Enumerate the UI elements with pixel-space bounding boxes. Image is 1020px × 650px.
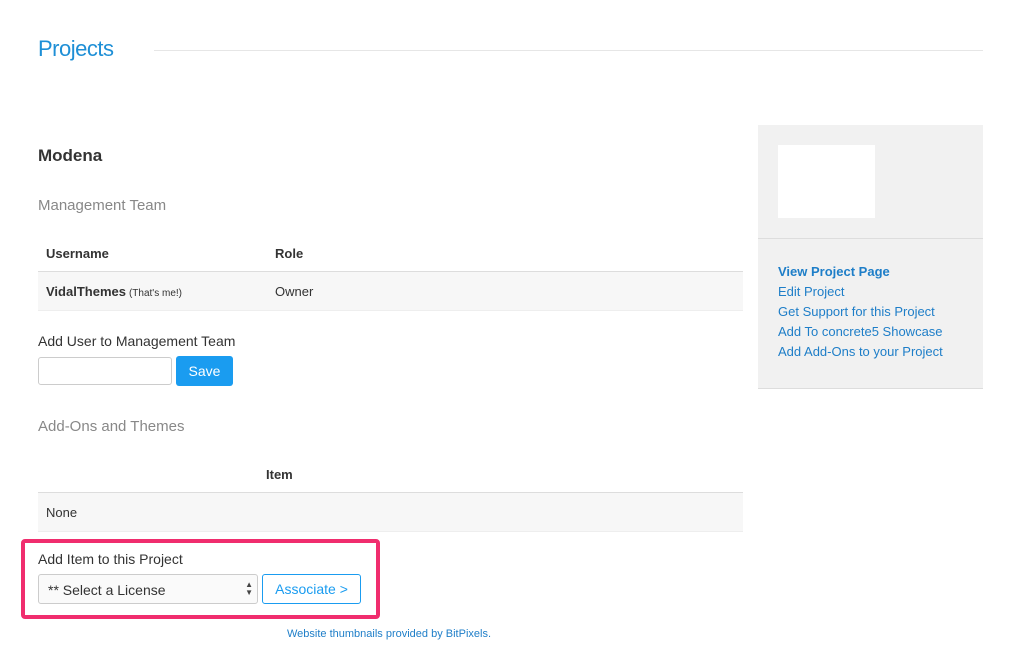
get-support-link[interactable]: Get Support for this Project [778,302,943,322]
table-header: Username Role [38,236,743,272]
project-thumbnail [778,145,875,218]
thumbnail-credit[interactable]: Website thumbnails provided by BitPixels… [287,628,491,640]
add-addons-link[interactable]: Add Add-Ons to your Project [778,342,943,362]
page-title: Projects [38,36,114,61]
sidebar-divider [758,238,983,239]
license-select[interactable]: ** Select a License ▲ ▼ [38,574,258,604]
sidebar-links: View Project Page Edit Project Get Suppo… [778,262,943,362]
table-row: VidalThemes (That's me!) Owner [38,272,743,311]
table-row: None [38,493,743,532]
role-cell: Owner [275,284,314,299]
me-note: (That's me!) [128,288,182,299]
username-cell: VidalThemes (That's me!) [46,284,182,299]
select-arrows-icon: ▲ ▼ [245,580,253,597]
management-team-heading: Management Team [38,197,167,214]
project-name: Modena [38,146,103,165]
project-sidebar: View Project Page Edit Project Get Suppo… [758,125,983,389]
empty-row-text: None [46,505,78,520]
addons-themes-heading: Add-Ons and Themes [38,418,185,435]
management-team-table: Username Role VidalThemes (That's me!) Ow… [38,236,743,311]
username: VidalThemes [46,284,126,299]
title-divider [154,50,983,51]
view-project-page-link[interactable]: View Project Page [778,262,943,282]
table-header: Item [38,457,743,493]
edit-project-link[interactable]: Edit Project [778,282,943,302]
save-button[interactable]: Save [176,356,233,386]
column-header-username: Username [46,246,109,261]
column-header-role: Role [275,246,304,261]
addons-table: Item None [38,457,743,532]
add-user-label: Add User to Management Team [38,333,236,349]
column-header-item: Item [266,467,293,482]
add-item-label: Add Item to this Project [38,551,183,567]
associate-button[interactable]: Associate > [262,574,361,604]
add-to-showcase-link[interactable]: Add To concrete5 Showcase [778,322,943,342]
add-user-input[interactable] [38,357,172,385]
license-select-value: ** Select a License [48,582,166,598]
